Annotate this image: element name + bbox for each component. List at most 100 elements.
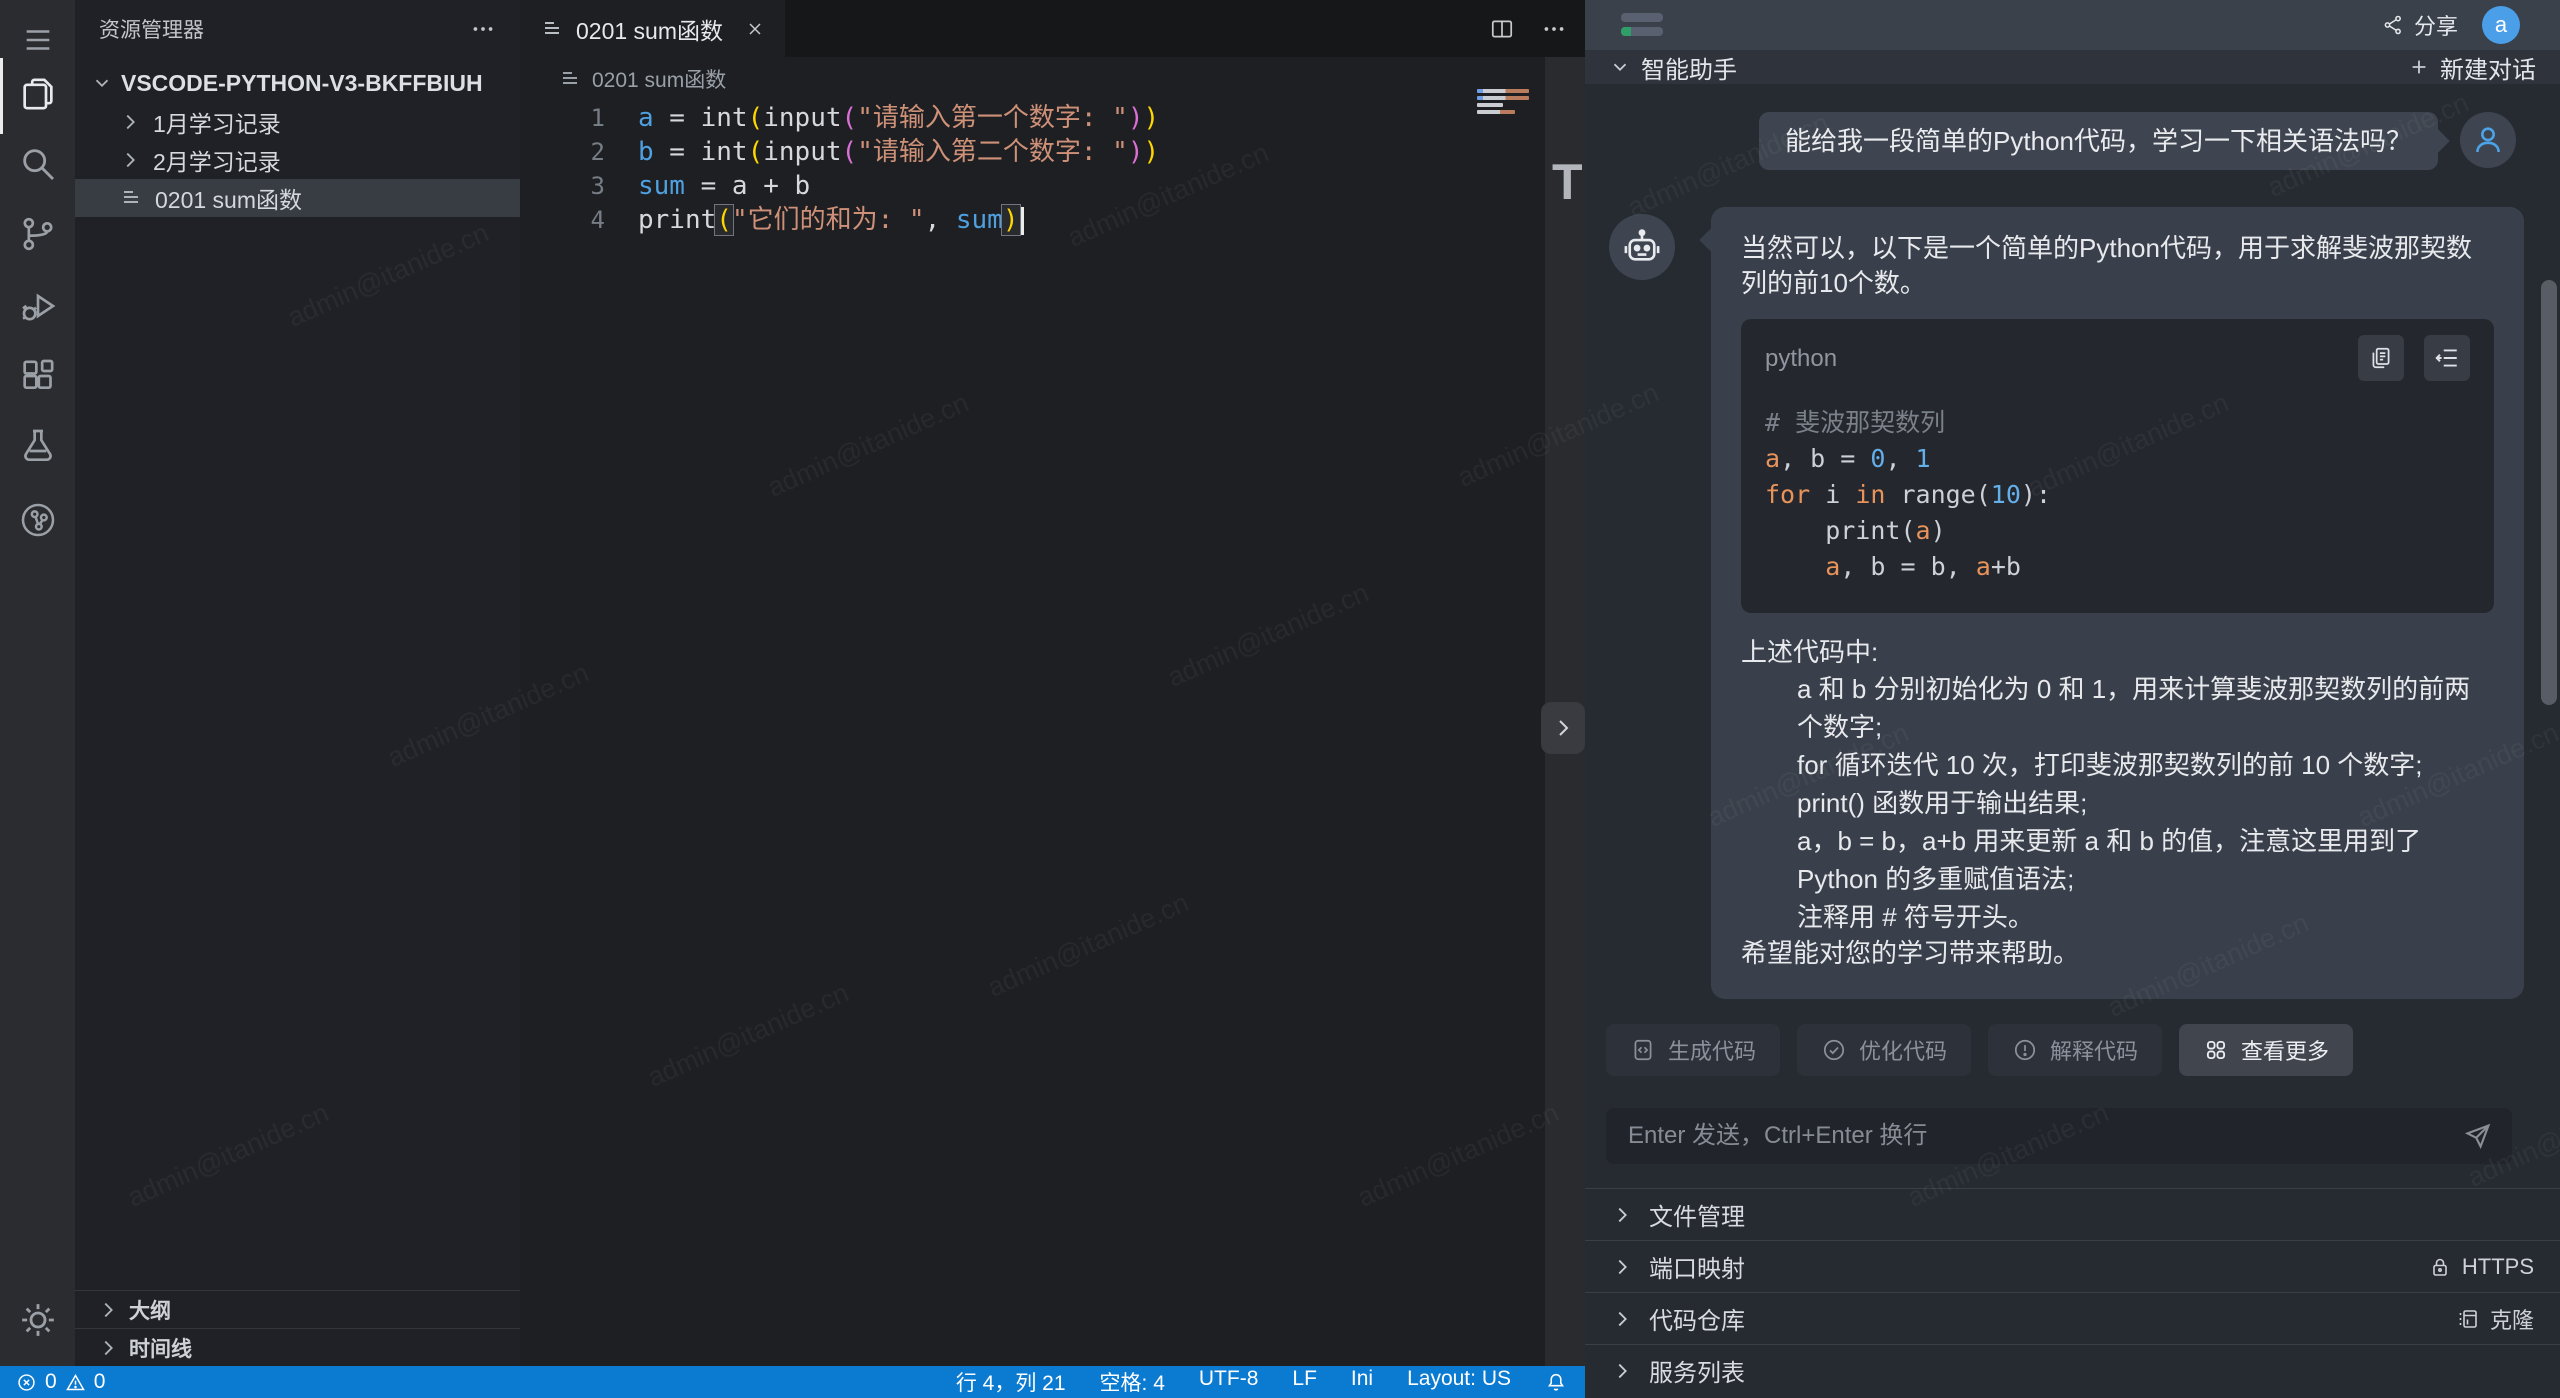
chat-code-line: a, b = b, a+b — [1765, 549, 2470, 585]
settings-gear-icon[interactable] — [0, 1292, 75, 1348]
split-editor-icon[interactable] — [1489, 16, 1515, 42]
editor-group: 0201 sum函数 0201 sum函数 1a = int(input("请输… — [520, 0, 1585, 1366]
chat-code-line: a, b = 0, 1 — [1765, 441, 2470, 477]
assistant-header: 智能助手 新建对话 — [1585, 50, 2560, 84]
code-text: b = int(input("请输入第二个数字: ")) — [638, 135, 1159, 169]
status-bar: 0 0 行 4，列 21 空格: 4 UTF-8 LF Ini Layout: US — [0, 1366, 1585, 1398]
avatar[interactable]: a — [2482, 6, 2520, 44]
line-number: 1 — [520, 101, 638, 135]
section-row[interactable]: 服务列表 — [1585, 1344, 2560, 1396]
status-item[interactable]: 空格: 4 — [1100, 1367, 1165, 1397]
close-icon[interactable] — [745, 19, 765, 39]
tree-item-label: 1月学习记录 — [153, 105, 281, 139]
testing-icon[interactable] — [0, 418, 75, 474]
explorer-icon[interactable] — [0, 66, 75, 122]
sidebar-section-label: 大纲 — [129, 1295, 171, 1325]
section-action[interactable]: HTTPS — [2428, 1254, 2534, 1280]
robot-icon — [1621, 226, 1663, 268]
file-list-icon — [558, 67, 582, 91]
code-text: sum = a + b — [638, 169, 810, 203]
chat-code-line: # 斐波那契数列 — [1765, 405, 2470, 441]
breadcrumb[interactable]: 0201 sum函数 — [558, 57, 726, 101]
status-item[interactable]: Layout: US — [1407, 1367, 1511, 1397]
drag-handle-icon[interactable] — [1621, 13, 1663, 41]
plus-icon — [2408, 56, 2430, 78]
panel-top-bar: 分享 a — [1585, 0, 2560, 50]
chat-code-line: print(a) — [1765, 513, 2470, 549]
sidebar-bottom-sections: 大纲时间线 — [75, 1290, 520, 1366]
chat-input-bar — [1606, 1108, 2512, 1164]
chevron-right-icon — [1611, 1360, 1633, 1382]
chevron-right-icon — [97, 1337, 119, 1359]
tree-item[interactable]: 0201 sum函数 — [75, 179, 520, 217]
section-label: 服务列表 — [1649, 1353, 1745, 1388]
code-line: 4print("它们的和为: ", sum) — [520, 203, 1545, 237]
status-item[interactable]: LF — [1292, 1367, 1317, 1397]
tab-0201-sum[interactable]: 0201 sum函数 — [520, 0, 785, 57]
section-action[interactable]: 克隆 — [2456, 1303, 2534, 1335]
panel-scrollbar[interactable] — [2541, 280, 2557, 705]
search-icon[interactable] — [0, 136, 75, 192]
section-label: 端口映射 — [1649, 1249, 1745, 1284]
chat-input[interactable] — [1626, 1121, 2464, 1151]
quick-actions: 生成代码 优化代码 解释代码查看更多 — [1606, 1024, 2353, 1076]
code-text: a = int(input("请输入第一个数字: ")) — [638, 101, 1159, 135]
bell-icon[interactable] — [1545, 1371, 1567, 1393]
section-action-label: HTTPS — [2462, 1254, 2534, 1280]
tree-item[interactable]: 1月学习记录 — [75, 103, 520, 141]
status-item[interactable]: Ini — [1351, 1367, 1373, 1397]
section-label: 文件管理 — [1649, 1197, 1745, 1232]
assistant-panel: 分享 a 智能助手 新建对话 能给我一段简单的Python代码，学习一下相关语法… — [1585, 0, 2560, 1398]
robot-avatar — [1609, 214, 1675, 280]
tree-root-folder[interactable]: VSCODE-PYTHON-V3-BKFFBIUH — [75, 63, 520, 103]
editor-more-icon[interactable] — [1541, 16, 1567, 42]
chevron-down-icon — [1609, 56, 1631, 78]
explorer-more-icon[interactable] — [470, 16, 496, 42]
grid-icon — [2203, 1037, 2229, 1063]
expand-panel-button[interactable] — [1541, 702, 1585, 754]
share-icon — [2382, 14, 2404, 36]
quick-action-button[interactable]: 解释代码 — [1988, 1024, 2162, 1076]
minimap — [1477, 86, 1539, 117]
chat-code-block: python # 斐波那契数列a, b = 0, 1for i in range… — [1741, 319, 2494, 613]
user-avatar — [2460, 112, 2516, 168]
section-row[interactable]: 文件管理 — [1585, 1188, 2560, 1240]
explain-item: for 循环迭代 10 次，打印斐波那契数列的前 10 个数字; — [1741, 746, 2494, 784]
share-button[interactable]: 分享 — [2382, 0, 2458, 50]
code-line: 1a = int(input("请输入第一个数字: ")) — [520, 101, 1545, 135]
quick-action-label: 优化代码 — [1859, 1034, 1947, 1066]
insert-code-button[interactable] — [2424, 335, 2470, 381]
chat-code-line: for i in range(10): — [1765, 477, 2470, 513]
section-row[interactable]: 端口映射 HTTPS — [1585, 1240, 2560, 1292]
explain-item: a 和 b 分别初始化为 0 和 1，用来计算斐波那契数列的前两个数字; — [1741, 670, 2494, 746]
quick-action-button[interactable]: 查看更多 — [2179, 1024, 2353, 1076]
status-item[interactable]: UTF-8 — [1199, 1367, 1259, 1397]
send-button[interactable] — [2464, 1122, 2492, 1150]
quick-action-button[interactable]: 生成代码 — [1606, 1024, 1780, 1076]
sidebar-section[interactable]: 大纲 — [75, 1290, 520, 1328]
copy-icon — [2368, 345, 2394, 371]
assistant-collapse[interactable]: 智能助手 — [1609, 50, 1737, 85]
copy-code-button[interactable] — [2358, 335, 2404, 381]
app-root: admin@itanide.cnadmin@itanide.cnadmin@it… — [0, 0, 2560, 1398]
problems-indicator[interactable]: 0 0 — [0, 1370, 105, 1394]
code-lang-label: python — [1765, 341, 1837, 376]
warning-icon — [65, 1372, 86, 1393]
section-row[interactable]: 代码仓库 克隆 — [1585, 1292, 2560, 1344]
new-chat-button[interactable]: 新建对话 — [2408, 50, 2536, 85]
extensions-icon[interactable] — [0, 348, 75, 404]
remote-branch-icon[interactable] — [0, 492, 75, 548]
run-debug-icon[interactable] — [0, 278, 75, 334]
code-editor[interactable]: 1a = int(input("请输入第一个数字: "))2b = int(in… — [520, 101, 1545, 237]
menu-icon[interactable] — [0, 12, 75, 68]
code-icon — [1630, 1037, 1656, 1063]
source-control-icon[interactable] — [0, 206, 75, 262]
status-item[interactable]: 行 4，列 21 — [956, 1367, 1066, 1397]
sidebar-section[interactable]: 时间线 — [75, 1328, 520, 1366]
tree-item[interactable]: 2月学习记录 — [75, 141, 520, 179]
sidebar-section-label: 时间线 — [129, 1333, 192, 1363]
insert-icon — [2434, 345, 2460, 371]
quick-action-button[interactable]: 优化代码 — [1797, 1024, 1971, 1076]
section-label: 代码仓库 — [1649, 1301, 1745, 1336]
chevron-right-icon — [1611, 1256, 1633, 1278]
